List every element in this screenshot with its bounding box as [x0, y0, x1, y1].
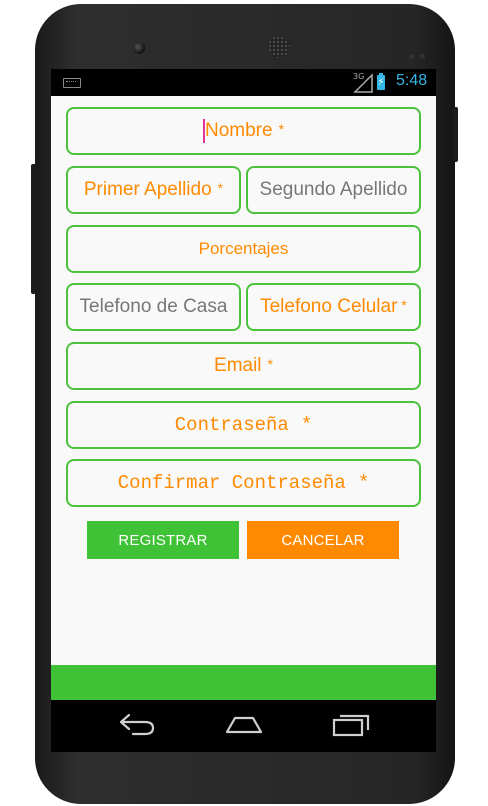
nombre-placeholder: Nombre	[204, 120, 273, 141]
primer-apellido-placeholder: Primer Apellido	[83, 179, 212, 200]
home-icon[interactable]	[223, 712, 265, 738]
telefono-casa-placeholder: Telefono de Casa	[79, 296, 228, 317]
telefono-casa-field[interactable]: Telefono de Casa	[66, 283, 241, 331]
earpiece-speaker	[268, 36, 290, 58]
registrar-button[interactable]: REGISTRAR	[87, 521, 239, 559]
porcentajes-field[interactable]: Porcentajes	[66, 225, 421, 273]
telefono-celular-placeholder: Telefono Celular	[260, 296, 398, 317]
back-icon[interactable]	[117, 712, 157, 738]
primer-apellido-required-mark: *	[217, 180, 224, 196]
segundo-apellido-placeholder: Segundo Apellido	[259, 179, 408, 200]
email-field[interactable]: Email *	[66, 342, 421, 390]
confirmar-contrasena-placeholder: Confirmar Contraseña	[117, 472, 346, 494]
bottom-green-bar	[51, 665, 436, 700]
nombre-field[interactable]: Nombre *	[66, 107, 421, 155]
contrasena-required-mark: *	[300, 414, 313, 436]
confirmar-contrasena-required-mark: *	[357, 472, 370, 494]
power-button	[453, 107, 458, 162]
confirmar-contrasena-field[interactable]: Confirmar Contraseña *	[66, 459, 421, 507]
signal-icon	[353, 73, 373, 93]
volume-button	[31, 164, 36, 294]
screen: 3G ⚡ 5:48 Nombre * Primer Apellido * Seg…	[51, 69, 436, 752]
keyboard-icon	[63, 78, 81, 88]
segundo-apellido-field[interactable]: Segundo Apellido	[246, 166, 421, 214]
front-camera	[133, 42, 145, 54]
porcentajes-placeholder: Porcentajes	[198, 239, 289, 258]
nombre-required-mark: *	[278, 121, 285, 137]
navigation-bar	[51, 700, 436, 752]
email-required-mark: *	[267, 356, 273, 372]
telefono-celular-field[interactable]: Telefono Celular *	[246, 283, 421, 331]
contrasena-placeholder: Contraseña	[174, 414, 289, 436]
charging-bolt-icon: ⚡	[377, 77, 385, 88]
telefono-celular-required-mark: *	[401, 297, 407, 313]
email-placeholder: Email	[214, 355, 262, 376]
contrasena-field[interactable]: Contraseña *	[66, 401, 421, 449]
recent-apps-icon[interactable]	[331, 712, 371, 738]
status-clock: 5:48	[396, 72, 428, 89]
proximity-sensors	[409, 44, 437, 59]
primer-apellido-field[interactable]: Primer Apellido *	[66, 166, 241, 214]
status-bar: 3G ⚡ 5:48	[51, 69, 436, 96]
cancelar-button[interactable]: CANCELAR	[247, 521, 399, 559]
